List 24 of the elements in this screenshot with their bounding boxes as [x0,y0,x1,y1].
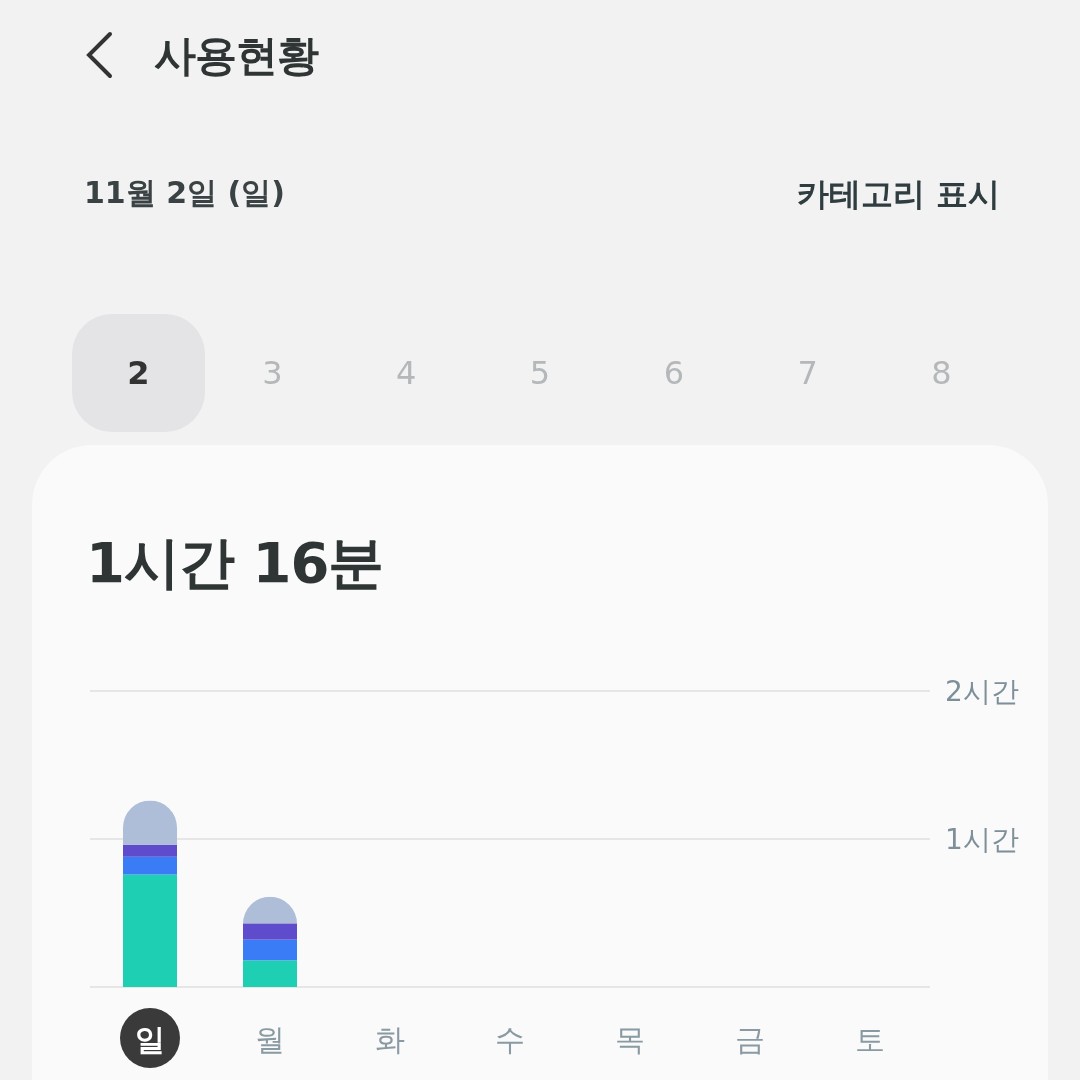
selected-day-marker [120,1008,180,1068]
total-usage-time: 1시간 16분 [85,535,385,591]
day-tab[interactable]: 6 [607,313,741,432]
day-tab[interactable]: 7 [741,313,875,432]
category-toggle[interactable]: 카테고리 표시 [796,170,1000,218]
page-title: 사용현황 [154,29,318,82]
weekday-label[interactable]: 월 [255,1022,285,1057]
day-tab[interactable]: 3 [205,313,339,432]
back-icon[interactable] [84,31,114,79]
weekday-label[interactable]: 화 [375,1022,405,1057]
day-tab[interactable]: 2 [72,313,205,432]
axis-label: 2시간 [945,675,1019,708]
day-tab[interactable]: 4 [339,313,473,432]
axis-label: 1시간 [945,823,1019,856]
bar-segment [243,939,297,961]
weekday-label[interactable]: 목 [615,1022,645,1057]
day-tab[interactable]: 8 [874,313,1008,432]
date-label: 11월 2일 (일) [84,174,285,212]
weekday-label[interactable]: 금 [735,1022,765,1057]
bar-segment [243,960,297,987]
weekday-label[interactable]: 토 [855,1022,885,1057]
day-tab[interactable]: 5 [473,313,607,432]
weekday-label[interactable]: 일 [135,1022,165,1057]
weekday-label[interactable]: 수 [495,1022,525,1057]
